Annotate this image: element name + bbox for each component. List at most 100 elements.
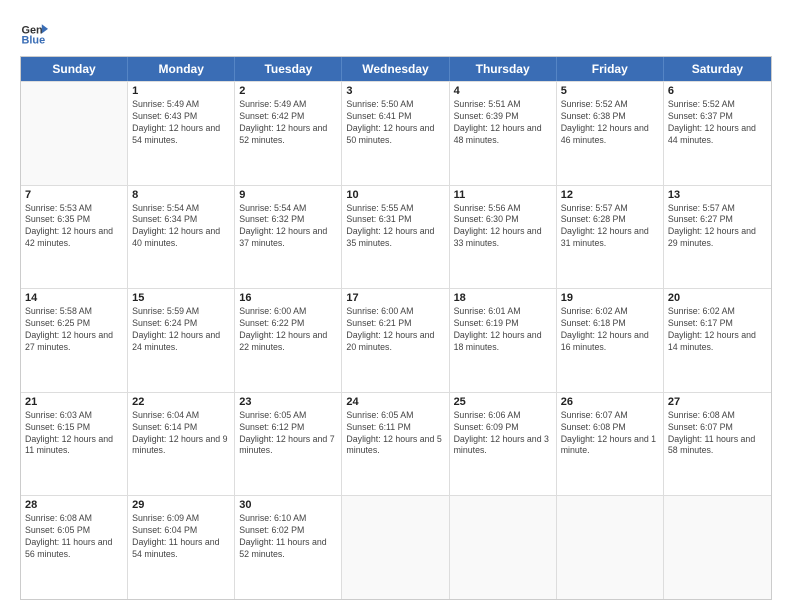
day-number: 17	[346, 292, 444, 304]
day-cell-11: 11 Sunrise: 5:56 AMSunset: 6:30 PMDayligh…	[450, 186, 557, 289]
cell-info: Sunrise: 5:50 AMSunset: 6:41 PMDaylight:…	[346, 99, 444, 147]
day-number: 18	[454, 292, 552, 304]
day-cell-20: 20 Sunrise: 6:02 AMSunset: 6:17 PMDayligh…	[664, 289, 771, 392]
day-cell-empty	[342, 496, 449, 599]
cell-info: Sunrise: 5:49 AMSunset: 6:42 PMDaylight:…	[239, 99, 337, 147]
day-cell-18: 18 Sunrise: 6:01 AMSunset: 6:19 PMDayligh…	[450, 289, 557, 392]
day-number: 22	[132, 396, 230, 408]
day-number: 3	[346, 85, 444, 97]
cell-info: Sunrise: 6:08 AMSunset: 6:07 PMDaylight:…	[668, 410, 767, 458]
logo-icon: Gen Blue	[20, 18, 48, 46]
week-row-2: 7 Sunrise: 5:53 AMSunset: 6:35 PMDaylight…	[21, 185, 771, 289]
day-header-thursday: Thursday	[450, 57, 557, 81]
cell-info: Sunrise: 5:53 AMSunset: 6:35 PMDaylight:…	[25, 203, 123, 251]
day-cell-28: 28 Sunrise: 6:08 AMSunset: 6:05 PMDayligh…	[21, 496, 128, 599]
day-cell-2: 2 Sunrise: 5:49 AMSunset: 6:42 PMDaylight…	[235, 82, 342, 185]
day-number: 9	[239, 189, 337, 201]
day-cell-13: 13 Sunrise: 5:57 AMSunset: 6:27 PMDayligh…	[664, 186, 771, 289]
day-cell-23: 23 Sunrise: 6:05 AMSunset: 6:12 PMDayligh…	[235, 393, 342, 496]
cell-info: Sunrise: 6:05 AMSunset: 6:12 PMDaylight:…	[239, 410, 337, 458]
week-row-3: 14Sunrise: 5:58 AMSunset: 6:25 PMDayligh…	[21, 288, 771, 392]
cell-info: Sunrise: 5:56 AMSunset: 6:30 PMDaylight:…	[454, 203, 552, 251]
cell-info: Sunrise: 5:54 AMSunset: 6:32 PMDaylight:…	[239, 203, 337, 251]
day-cell-4: 4 Sunrise: 5:51 AMSunset: 6:39 PMDaylight…	[450, 82, 557, 185]
svg-text:Blue: Blue	[22, 35, 46, 46]
week-row-5: 28 Sunrise: 6:08 AMSunset: 6:05 PMDayligh…	[21, 495, 771, 599]
cell-info: Sunrise: 5:55 AMSunset: 6:31 PMDaylight:…	[346, 203, 444, 251]
day-number: 24	[346, 396, 444, 408]
cell-info: Sunrise: 6:00 AMSunset: 6:22 PMDaylight:…	[239, 306, 337, 354]
cell-info: Sunrise: 6:04 AMSunset: 6:14 PMDaylight:…	[132, 410, 230, 458]
day-number: 15	[132, 292, 230, 304]
cell-info: Sunrise: 6:09 AMSunset: 6:04 PMDaylight:…	[132, 513, 230, 561]
day-cell-5: 5 Sunrise: 5:52 AMSunset: 6:38 PMDaylight…	[557, 82, 664, 185]
day-cell-empty	[21, 82, 128, 185]
day-number: 19	[561, 292, 659, 304]
cell-info: Sunrise: 6:01 AMSunset: 6:19 PMDaylight:…	[454, 306, 552, 354]
header: Gen Blue	[20, 18, 772, 46]
day-cell-8: 8 Sunrise: 5:54 AMSunset: 6:34 PMDaylight…	[128, 186, 235, 289]
day-cell-empty	[450, 496, 557, 599]
day-cell-empty	[557, 496, 664, 599]
day-number: 10	[346, 189, 444, 201]
week-row-4: 21 Sunrise: 6:03 AMSunset: 6:15 PMDayligh…	[21, 392, 771, 496]
day-cell-14: 14Sunrise: 5:58 AMSunset: 6:25 PMDayligh…	[21, 289, 128, 392]
day-cell-3: 3 Sunrise: 5:50 AMSunset: 6:41 PMDaylight…	[342, 82, 449, 185]
calendar-page: Gen Blue SundayMondayTuesdayWednesdayThu…	[0, 0, 792, 612]
day-number: 16	[239, 292, 337, 304]
day-cell-27: 27 Sunrise: 6:08 AMSunset: 6:07 PMDayligh…	[664, 393, 771, 496]
cell-info: Sunrise: 5:57 AMSunset: 6:27 PMDaylight:…	[668, 203, 767, 251]
day-number: 12	[561, 189, 659, 201]
cell-info: Sunrise: 6:08 AMSunset: 6:05 PMDaylight:…	[25, 513, 123, 561]
day-number: 27	[668, 396, 767, 408]
cell-info: Sunrise: 6:00 AMSunset: 6:21 PMDaylight:…	[346, 306, 444, 354]
day-number: 28	[25, 499, 123, 511]
day-cell-15: 15Sunrise: 5:59 AMSunset: 6:24 PMDayligh…	[128, 289, 235, 392]
day-header-monday: Monday	[128, 57, 235, 81]
day-cell-21: 21 Sunrise: 6:03 AMSunset: 6:15 PMDayligh…	[21, 393, 128, 496]
day-cell-10: 10 Sunrise: 5:55 AMSunset: 6:31 PMDayligh…	[342, 186, 449, 289]
day-number: 5	[561, 85, 659, 97]
day-cell-29: 29Sunrise: 6:09 AMSunset: 6:04 PMDayligh…	[128, 496, 235, 599]
day-cell-16: 16 Sunrise: 6:00 AMSunset: 6:22 PMDayligh…	[235, 289, 342, 392]
cell-info: Sunrise: 5:58 AMSunset: 6:25 PMDaylight:…	[25, 306, 123, 354]
day-cell-empty	[664, 496, 771, 599]
day-number: 25	[454, 396, 552, 408]
day-number: 23	[239, 396, 337, 408]
cell-info: Sunrise: 6:02 AMSunset: 6:17 PMDaylight:…	[668, 306, 767, 354]
cell-info: Sunrise: 5:52 AMSunset: 6:37 PMDaylight:…	[668, 99, 767, 147]
day-cell-7: 7 Sunrise: 5:53 AMSunset: 6:35 PMDaylight…	[21, 186, 128, 289]
day-cell-6: 6 Sunrise: 5:52 AMSunset: 6:37 PMDaylight…	[664, 82, 771, 185]
day-number: 8	[132, 189, 230, 201]
cell-info: Sunrise: 5:54 AMSunset: 6:34 PMDaylight:…	[132, 203, 230, 251]
cell-info: Sunrise: 6:06 AMSunset: 6:09 PMDaylight:…	[454, 410, 552, 458]
cell-info: Sunrise: 5:57 AMSunset: 6:28 PMDaylight:…	[561, 203, 659, 251]
day-number: 6	[668, 85, 767, 97]
day-number: 21	[25, 396, 123, 408]
cell-info: Sunrise: 6:05 AMSunset: 6:11 PMDaylight:…	[346, 410, 444, 458]
logo: Gen Blue	[20, 18, 52, 46]
day-number: 11	[454, 189, 552, 201]
day-header-sunday: Sunday	[21, 57, 128, 81]
day-number: 7	[25, 189, 123, 201]
calendar: SundayMondayTuesdayWednesdayThursdayFrid…	[20, 56, 772, 600]
day-number: 2	[239, 85, 337, 97]
day-header-wednesday: Wednesday	[342, 57, 449, 81]
day-header-tuesday: Tuesday	[235, 57, 342, 81]
cell-info: Sunrise: 6:02 AMSunset: 6:18 PMDaylight:…	[561, 306, 659, 354]
cell-info: Sunrise: 5:51 AMSunset: 6:39 PMDaylight:…	[454, 99, 552, 147]
day-cell-22: 22 Sunrise: 6:04 AMSunset: 6:14 PMDayligh…	[128, 393, 235, 496]
day-number: 4	[454, 85, 552, 97]
cell-info: Sunrise: 5:52 AMSunset: 6:38 PMDaylight:…	[561, 99, 659, 147]
day-cell-9: 9 Sunrise: 5:54 AMSunset: 6:32 PMDaylight…	[235, 186, 342, 289]
day-number: 1	[132, 85, 230, 97]
day-number: 20	[668, 292, 767, 304]
day-cell-17: 17 Sunrise: 6:00 AMSunset: 6:21 PMDayligh…	[342, 289, 449, 392]
cell-info: Sunrise: 6:10 AMSunset: 6:02 PMDaylight:…	[239, 513, 337, 561]
day-cell-19: 19 Sunrise: 6:02 AMSunset: 6:18 PMDayligh…	[557, 289, 664, 392]
day-cell-30: 30Sunrise: 6:10 AMSunset: 6:02 PMDayligh…	[235, 496, 342, 599]
day-cell-1: 1Sunrise: 5:49 AMSunset: 6:43 PMDaylight…	[128, 82, 235, 185]
day-number: 13	[668, 189, 767, 201]
cell-info: Sunrise: 6:03 AMSunset: 6:15 PMDaylight:…	[25, 410, 123, 458]
cell-info: Sunrise: 6:07 AMSunset: 6:08 PMDaylight:…	[561, 410, 659, 458]
